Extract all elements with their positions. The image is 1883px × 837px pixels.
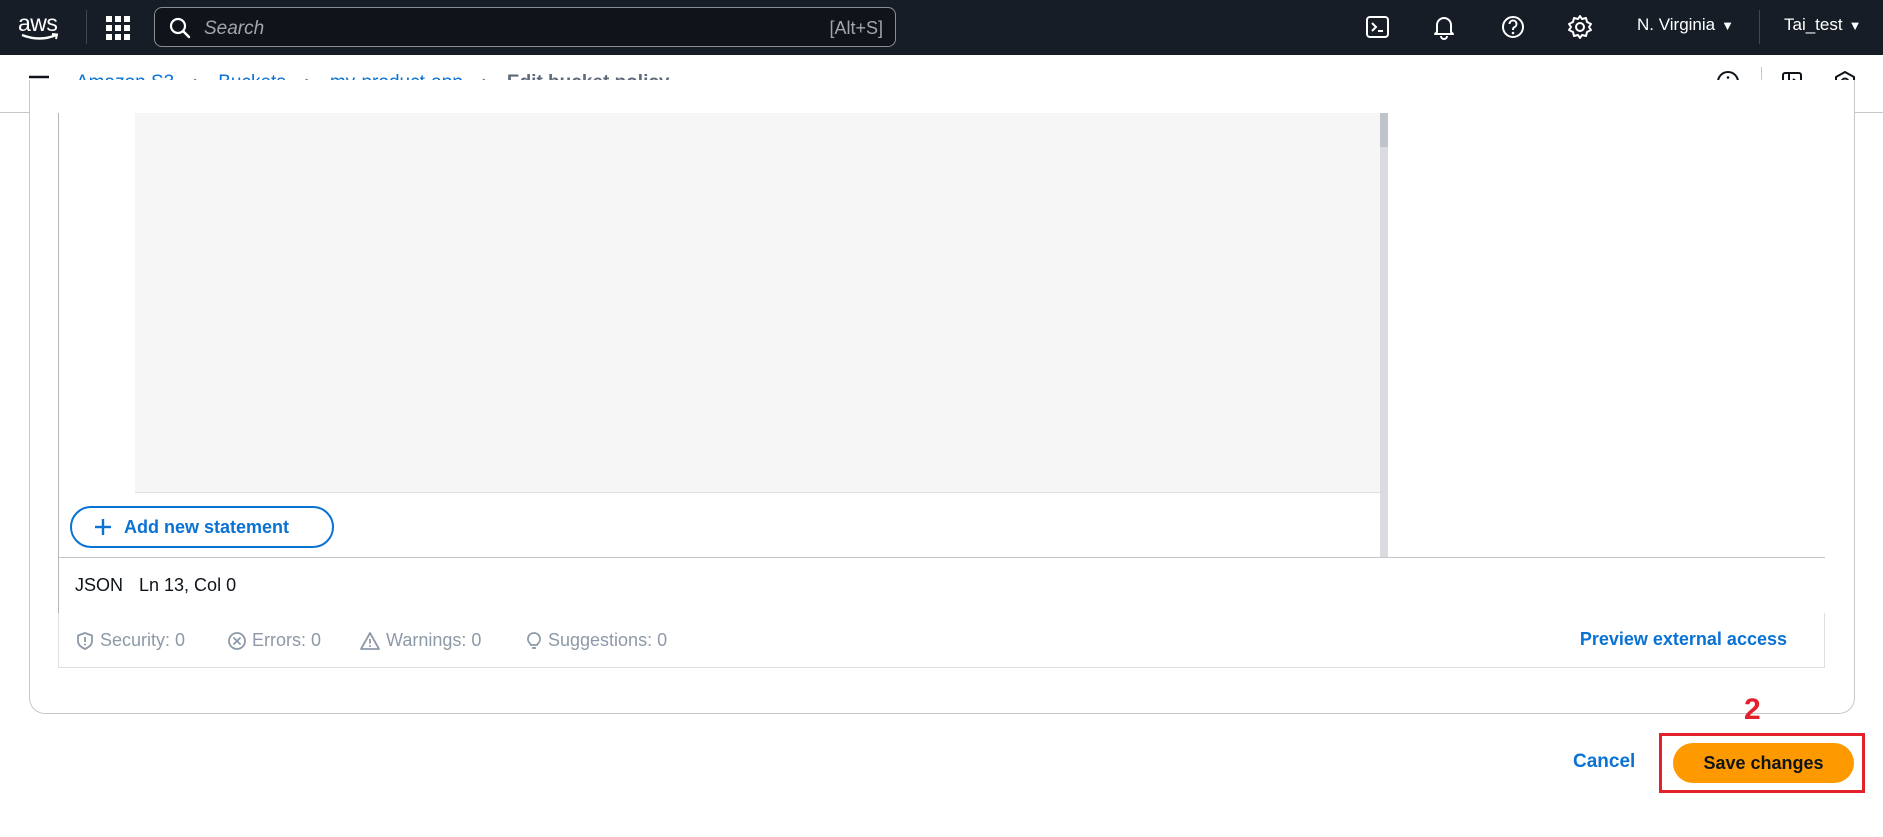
settings-gear-icon[interactable] — [1566, 13, 1594, 41]
save-changes-button[interactable]: Save changes — [1673, 743, 1854, 783]
services-grid-icon[interactable] — [105, 15, 131, 41]
plus-icon — [95, 519, 111, 535]
search-input[interactable]: Search [Alt+S] — [154, 7, 896, 47]
step-annotation-number: 2 — [1744, 693, 1761, 726]
top-navigation: aws Search [Alt+S] N. Virginia ▼ Tai_tes… — [0, 0, 1883, 55]
shield-icon — [77, 631, 93, 650]
suggestions-findings[interactable]: Suggestions: 0 — [525, 630, 667, 651]
account-name: Tai_test — [1784, 15, 1843, 34]
add-new-statement-label: Add new statement — [124, 516, 290, 537]
editor-code-area[interactable] — [135, 113, 1380, 493]
account-menu[interactable]: Tai_test ▼ — [1784, 15, 1861, 35]
region-label: N. Virginia — [1637, 15, 1716, 34]
editor-status-bar: JSON Ln 13, Col 0 — [59, 557, 1825, 613]
editor-scrollbar-thumb[interactable] — [1380, 113, 1388, 147]
statement-side-panel — [1388, 113, 1825, 557]
editor-scrollbar[interactable] — [1380, 113, 1388, 557]
add-new-statement-button[interactable]: Add new statement — [70, 506, 334, 548]
region-selector[interactable]: N. Virginia ▼ — [1637, 15, 1734, 35]
region-caret-icon: ▼ — [1721, 18, 1734, 33]
editor-cursor-position: Ln 13, Col 0 — [139, 575, 237, 595]
editor-gutter — [59, 113, 135, 493]
cloudshell-icon[interactable] — [1364, 13, 1392, 41]
policy-editor: Add new statement JSON Ln 13, Col 0 — [58, 113, 1825, 613]
errors-findings[interactable]: Errors: 0 — [227, 630, 321, 651]
editor-language: JSON — [75, 575, 124, 595]
preview-external-access-link[interactable]: Preview external access — [1580, 629, 1787, 650]
error-circle-icon — [228, 631, 246, 650]
security-count: Security: 0 — [100, 630, 186, 650]
nav-divider — [1759, 10, 1760, 44]
account-caret-icon: ▼ — [1848, 18, 1862, 33]
search-icon — [169, 17, 191, 39]
warnings-count: Warnings: 0 — [386, 630, 482, 650]
cancel-button[interactable]: Cancel — [1563, 747, 1645, 777]
aws-logo[interactable]: aws — [18, 6, 68, 46]
warnings-findings[interactable]: Warnings: 0 — [359, 630, 481, 651]
search-shortcut: [Alt+S] — [829, 18, 883, 38]
nav-divider — [86, 10, 87, 44]
help-icon[interactable] — [1499, 13, 1527, 41]
validation-summary: Security: 0 Errors: 0 Warnings: 0 Sugges… — [58, 613, 1825, 668]
security-findings[interactable]: Security: 0 — [75, 630, 185, 651]
aws-smile-icon — [21, 33, 59, 40]
errors-count: Errors: 0 — [252, 630, 322, 650]
suggestions-count: Suggestions: 0 — [548, 630, 668, 650]
warning-triangle-icon — [360, 631, 380, 650]
lightbulb-icon — [527, 631, 541, 649]
search-placeholder: Search — [204, 18, 265, 39]
notifications-bell-icon[interactable] — [1430, 13, 1458, 41]
